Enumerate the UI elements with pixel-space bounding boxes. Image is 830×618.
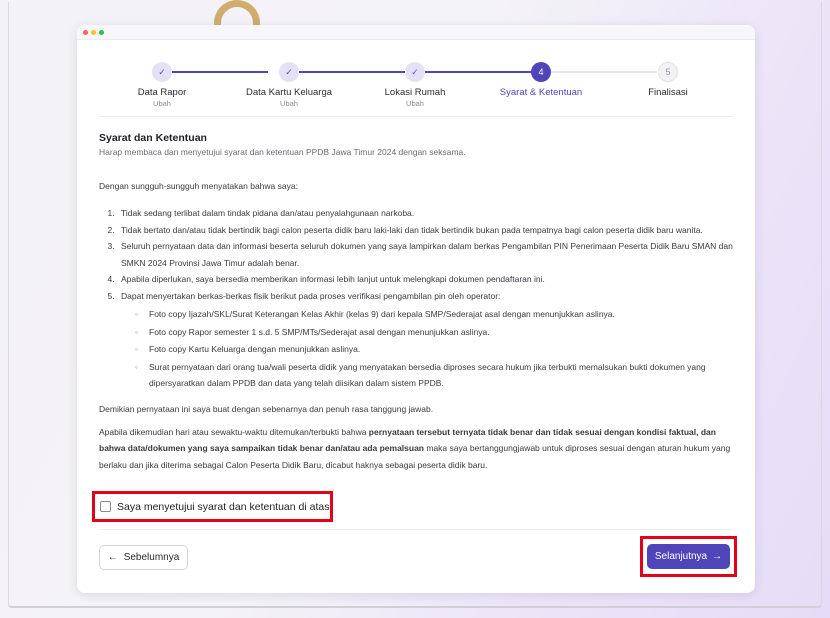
arrow-right-icon: →	[712, 551, 723, 562]
step-title: Data Kartu Keluarga	[245, 87, 333, 98]
close-window-dot[interactable]	[83, 29, 88, 35]
sub-list-item: Foto copy Ijazah/SKL/Surat Keterangan Ke…	[135, 306, 735, 323]
list-item: Tidak sedang terlibat dalam tindak pidan…	[117, 205, 735, 222]
window-titlebar	[77, 25, 755, 40]
list-item: Seluruh pernyataan data dan informasi be…	[117, 238, 735, 271]
sub-list-item: Foto copy Rapor semester 1 s.d. 5 SMP/MT…	[135, 324, 735, 341]
check-icon: ✓	[152, 62, 172, 82]
document-sublist: Foto copy Ijazah/SKL/Surat Keterangan Ke…	[121, 306, 735, 392]
list-item: Apabila diperlukan, saya bersedia member…	[117, 271, 735, 288]
minimize-window-dot[interactable]	[91, 29, 96, 35]
next-button-highlight: Selanjutnya →	[640, 536, 737, 577]
arrow-left-icon: ←	[107, 552, 118, 563]
progress-stepper: ✓ Data Rapor Ubah ✓ Data Kartu Keluarga …	[77, 62, 755, 122]
agreement-highlight: Saya menyetujui syarat dan ketentuan di …	[92, 491, 333, 522]
step-title: Syarat & Ketentuan	[499, 87, 583, 98]
section-subtitle: Harap membaca dan menyetujui syarat dan …	[99, 147, 466, 157]
maximize-window-dot[interactable]	[99, 29, 104, 35]
check-icon: ✓	[405, 62, 425, 82]
terms-content: Syarat dan Ketentuan Harap membaca dan m…	[99, 132, 735, 473]
terms-intro: Dengan sungguh-sungguh menyatakan bahwa …	[99, 181, 298, 191]
previous-button[interactable]: ← Sebelumnya	[99, 545, 188, 570]
section-title: Syarat dan Ketentuan	[99, 132, 207, 144]
agreement-checkbox[interactable]	[100, 501, 111, 512]
sub-list-item: Foto copy Kartu Keluarga dengan menunjuk…	[135, 341, 735, 358]
divider	[99, 116, 733, 117]
list-item: Dapat menyertakan berkas-berkas fisik be…	[117, 288, 735, 392]
terms-list: Tidak sedang terlibat dalam tindak pidan…	[99, 205, 735, 392]
step-syarat-ketentuan: 4 Syarat & Ketentuan	[481, 62, 601, 98]
list-item: Tidak bertato dan/atau tidak bertindik b…	[117, 222, 735, 239]
step-edit-link[interactable]: Ubah	[102, 99, 222, 108]
liability-text: Apabila dikemudian hari atau sewaktu-wak…	[99, 426, 369, 437]
divider	[99, 529, 733, 530]
sub-list-item: Surat pernyataan dari orang tua/wali pes…	[135, 359, 735, 392]
step-data-kartu-keluarga[interactable]: ✓ Data Kartu Keluarga Ubah	[229, 62, 349, 108]
step-number-badge: 5	[658, 62, 678, 82]
step-edit-link[interactable]: Ubah	[355, 99, 475, 108]
terms-liability: Apabila dikemudian hari atau sewaktu-wak…	[99, 424, 735, 474]
step-title: Lokasi Rumah	[384, 87, 446, 98]
step-number-badge: 4	[531, 62, 551, 82]
next-button-label: Selanjutnya	[654, 551, 708, 562]
app-window: ✓ Data Rapor Ubah ✓ Data Kartu Keluarga …	[77, 25, 755, 593]
step-finalisasi: 5 Finalisasi	[608, 62, 728, 98]
step-edit-link[interactable]: Ubah	[229, 99, 349, 108]
step-title: Data Rapor	[137, 87, 187, 98]
step-data-rapor[interactable]: ✓ Data Rapor Ubah	[102, 62, 222, 108]
step-title: Finalisasi	[648, 87, 688, 98]
check-icon: ✓	[279, 62, 299, 82]
terms-closing: Demikian pernyataan ini saya buat dengan…	[99, 403, 434, 414]
agreement-label[interactable]: Saya menyetujui syarat dan ketentuan di …	[117, 501, 329, 513]
previous-button-label: Sebelumnya	[123, 552, 180, 563]
next-button[interactable]: Selanjutnya →	[647, 544, 730, 569]
list-item-text: Dapat menyertakan berkas-berkas fisik be…	[121, 290, 501, 301]
step-lokasi-rumah[interactable]: ✓ Lokasi Rumah Ubah	[355, 62, 475, 108]
